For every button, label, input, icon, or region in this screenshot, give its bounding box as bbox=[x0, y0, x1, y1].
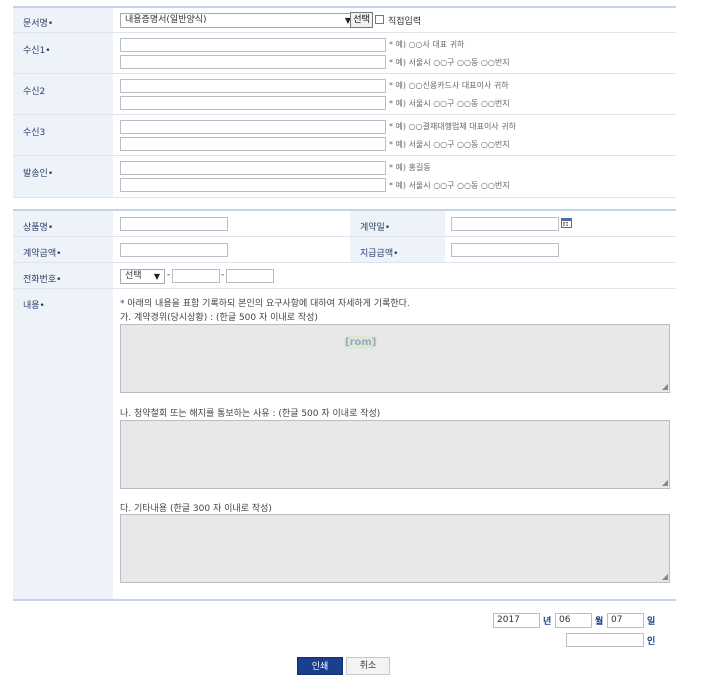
part-c-label: 다. 기타내용 (한글 300 자 이내로 작성) bbox=[120, 504, 272, 514]
recipient2-hint2: * 예) 서울시 ○○구 ○○동 ○○번지 bbox=[389, 99, 510, 108]
phone-dash-1: - bbox=[167, 270, 171, 280]
product-label: 상품명• bbox=[13, 211, 113, 236]
recipient1-name-input[interactable] bbox=[120, 38, 386, 52]
doc-row: 문서명• 내용증명서(일반양식) ▼ 선택 직접입력 bbox=[13, 8, 676, 33]
calendar-icon[interactable] bbox=[561, 217, 572, 228]
content-row: 내용• * 아래의 내용을 표함 기록하되 본인의 요구사항에 대하여 자세하게… bbox=[13, 289, 676, 601]
recipient1-label: 수신1• bbox=[13, 33, 113, 73]
chevron-down-icon: ▼ bbox=[153, 272, 160, 281]
resize-grip-icon[interactable]: ◢ bbox=[662, 479, 668, 487]
phone-last-input[interactable] bbox=[226, 269, 274, 283]
payment-amount-input[interactable] bbox=[451, 243, 559, 257]
part-a-overlay-badge: [rom] bbox=[343, 336, 379, 349]
doc-type-select[interactable]: 내용증명서(일반양식) ▼ bbox=[120, 13, 356, 28]
phone-prefix-select[interactable]: 선택 ▼ bbox=[120, 269, 165, 284]
resize-grip-icon[interactable]: ◢ bbox=[662, 573, 668, 581]
seal-unit: 인 bbox=[647, 637, 656, 647]
contract-date-label: 계약일• bbox=[350, 211, 445, 236]
contract-amount-input[interactable] bbox=[120, 243, 228, 257]
recipient3-row: 수신3 * 예) ○○결재대행업체 대표이사 귀하 * 예) 서울시 ○○구 ○… bbox=[13, 115, 676, 156]
month-unit: 월 bbox=[595, 617, 604, 627]
month-input[interactable]: 06 bbox=[555, 613, 592, 628]
part-c-textarea[interactable]: ◢ bbox=[120, 514, 670, 583]
recipient2-address-input[interactable] bbox=[120, 96, 386, 110]
recipient2-label: 수신2 bbox=[13, 74, 113, 114]
recipient2-row: 수신2 * 예) ○○신용카드사 대표이사 귀하 * 예) 서울시 ○○구 ○○… bbox=[13, 74, 676, 115]
recipient3-name-input[interactable] bbox=[120, 120, 386, 134]
part-b-label: 나. 청약철회 또는 해지를 통보하는 사유 : (한글 500 자 이내로 작… bbox=[120, 409, 381, 419]
day-input[interactable]: 07 bbox=[607, 613, 644, 628]
year-unit: 년 bbox=[543, 617, 552, 627]
recipient3-address-input[interactable] bbox=[120, 137, 386, 151]
content-note: * 아래의 내용을 표함 기록하되 본인의 요구사항에 대하여 자세하게 기록한… bbox=[120, 299, 410, 309]
direct-input-label: 직접입력 bbox=[388, 17, 422, 27]
letter-header-table: 문서명• 내용증명서(일반양식) ▼ 선택 직접입력 수신1• * 예) ○○사 … bbox=[13, 8, 676, 198]
contract-date-input[interactable] bbox=[451, 217, 559, 231]
recipient1-address-input[interactable] bbox=[120, 55, 386, 69]
cancel-button[interactable]: 취소 bbox=[346, 657, 390, 675]
phone-middle-input[interactable] bbox=[172, 269, 220, 283]
doc-label: 문서명• bbox=[13, 8, 113, 32]
resize-grip-icon[interactable]: ◢ bbox=[662, 383, 668, 391]
recipient2-hint1: * 예) ○○신용카드사 대표이사 귀하 bbox=[389, 81, 509, 90]
sender-row: 발송인• * 예) 홍길동 * 예) 서울시 ○○구 ○○동 ○○번지 bbox=[13, 156, 676, 198]
phone-label: 전화번호• bbox=[13, 263, 113, 288]
payment-amount-label: 지급금액• bbox=[350, 237, 445, 262]
recipient2-name-input[interactable] bbox=[120, 79, 386, 93]
recipient3-hint1: * 예) ○○결재대행업체 대표이사 귀하 bbox=[389, 122, 516, 131]
recipient1-hint2: * 예) 서울시 ○○구 ○○동 ○○번지 bbox=[389, 58, 510, 67]
sender-hint1: * 예) 홍길동 bbox=[389, 163, 431, 172]
year-input[interactable]: 2017 bbox=[493, 613, 540, 628]
product-row: 상품명• 계약일• bbox=[13, 211, 676, 237]
sender-hint2: * 예) 서울시 ○○구 ○○동 ○○번지 bbox=[389, 181, 510, 190]
recipient3-label: 수신3 bbox=[13, 115, 113, 155]
phone-dash-2: - bbox=[221, 270, 225, 280]
content-label: 내용• bbox=[13, 289, 113, 599]
contract-amount-label: 계약금액• bbox=[13, 237, 113, 262]
contract-table: 상품명• 계약일• 계약금액• 지급금액• 전화번호• 선택 ▼ - - 내용•… bbox=[13, 211, 676, 601]
sender-name-input[interactable] bbox=[120, 161, 386, 175]
seal-name-input[interactable] bbox=[566, 633, 644, 647]
choose-button[interactable]: 선택 bbox=[350, 12, 373, 28]
amount-row: 계약금액• 지급금액• bbox=[13, 237, 676, 263]
sender-address-input[interactable] bbox=[120, 178, 386, 192]
product-input[interactable] bbox=[120, 217, 228, 231]
recipient3-hint2: * 예) 서울시 ○○구 ○○동 ○○번지 bbox=[389, 140, 510, 149]
phone-row: 전화번호• 선택 ▼ - - bbox=[13, 263, 676, 289]
recipient1-hint1: * 예) ○○사 대표 귀하 bbox=[389, 40, 465, 49]
part-b-textarea[interactable]: ◢ bbox=[120, 420, 670, 489]
direct-input-checkbox[interactable] bbox=[375, 15, 384, 24]
part-a-label: 가. 계약경위(당시상황) : (한글 500 자 이내로 작성) bbox=[120, 313, 318, 323]
recipient1-row: 수신1• * 예) ○○사 대표 귀하 * 예) 서울시 ○○구 ○○동 ○○번… bbox=[13, 33, 676, 74]
part-a-textarea[interactable]: [rom] ◢ bbox=[120, 324, 670, 393]
print-button[interactable]: 인쇄 bbox=[297, 657, 343, 675]
sender-label: 발송인• bbox=[13, 156, 113, 197]
day-unit: 일 bbox=[647, 617, 656, 627]
